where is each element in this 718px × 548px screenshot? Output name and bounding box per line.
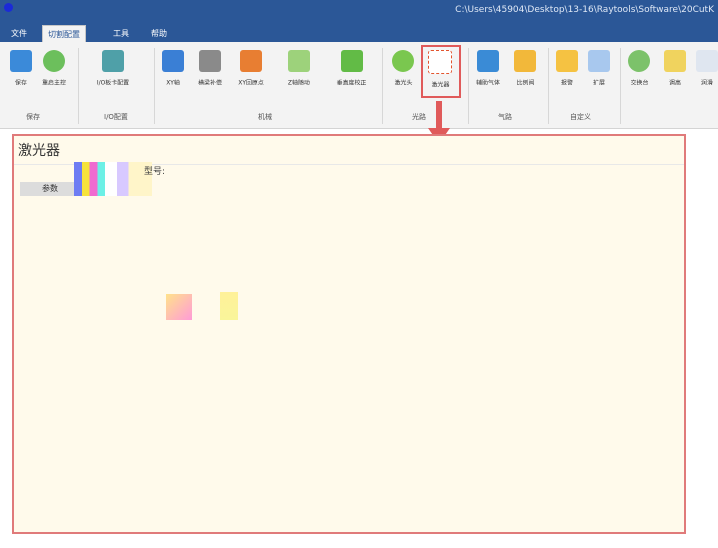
io-board-config-button[interactable]: I/O板卡配置 <box>94 48 132 100</box>
z-follow-button[interactable]: Z轴随动 <box>286 48 312 100</box>
assist-gas-button[interactable]: 辅助气体 <box>474 48 502 100</box>
valve-icon <box>514 50 536 72</box>
separator <box>468 48 469 124</box>
z-axis-icon <box>287 50 310 72</box>
alarm-button[interactable]: 报警 <box>556 48 578 100</box>
corrupted-region <box>166 294 192 320</box>
beam-icon <box>199 50 221 72</box>
corrupted-region <box>220 292 238 320</box>
tab-cut-config[interactable]: 切割配置 <box>42 25 86 43</box>
group-optical: 光路 <box>412 113 426 121</box>
perpendicularity-button[interactable]: 垂直度校正 <box>334 48 369 100</box>
xy-axis-button[interactable]: XY轴 <box>162 48 184 100</box>
tab-tools[interactable]: 工具 <box>108 25 134 42</box>
app-icon <box>4 3 13 12</box>
group-io: I/O配置 <box>104 113 128 121</box>
group-custom: 自定义 <box>570 113 591 121</box>
tab-parameters[interactable]: 参数 <box>20 182 80 196</box>
bulb-icon <box>392 50 414 72</box>
group-save: 保存 <box>26 113 40 121</box>
model-label: 型号: <box>144 167 166 177</box>
corrupted-region <box>74 162 152 196</box>
warning-icon <box>556 50 578 72</box>
tab-file[interactable]: 文件 <box>6 25 32 42</box>
restart-icon <box>43 50 65 72</box>
height-adjust-button[interactable]: 调高 <box>664 48 686 100</box>
separator <box>620 48 621 124</box>
square-icon <box>340 50 363 72</box>
save-button[interactable]: 保存 <box>10 48 32 100</box>
gas-valve-icon <box>477 50 499 72</box>
laser-settings-panel: 激光器 参数 型号: <box>12 134 686 534</box>
group-mechanical: 机械 <box>258 113 272 121</box>
xy-home-button[interactable]: XY回原点 <box>236 48 266 100</box>
beam-compensation-button[interactable]: 横梁补偿 <box>196 48 224 100</box>
separator <box>382 48 383 124</box>
lubrication-button[interactable]: 润滑 <box>696 48 718 100</box>
lubrication-icon <box>696 50 718 72</box>
tab-help[interactable]: 帮助 <box>146 25 172 42</box>
proportional-valve-button[interactable]: 比例阀 <box>514 48 536 100</box>
height-icon <box>664 50 686 72</box>
menu-bar: 文件 切割配置 工具 帮助 <box>0 22 718 43</box>
exchange-table-button[interactable]: 交换台 <box>628 48 650 100</box>
xy-axis-icon <box>162 50 184 72</box>
laser-head-button[interactable]: 激光头 <box>392 48 414 100</box>
pointer-arrow <box>436 101 442 131</box>
panel-title: 激光器 <box>18 143 60 159</box>
save-icon <box>10 50 32 72</box>
separator <box>548 48 549 124</box>
home-arrows-icon <box>240 50 263 72</box>
download-icon <box>588 50 610 72</box>
separator <box>154 48 155 124</box>
window-title: C:\Users\45904\Desktop\13-16\Raytools\So… <box>455 5 714 15</box>
laser-button-highlight <box>421 45 461 98</box>
title-bar: C:\Users\45904\Desktop\13-16\Raytools\So… <box>0 0 718 22</box>
group-gas: 气路 <box>498 113 512 121</box>
ribbon: 保存 重启主控 保存 I/O板卡配置 I/O配置 XY轴 横梁补偿 XY回原点 … <box>0 42 718 129</box>
separator <box>78 48 79 124</box>
restart-controller-button[interactable]: 重启主控 <box>40 48 68 100</box>
gear-icon <box>101 50 124 72</box>
exchange-icon <box>628 50 650 72</box>
extend-button[interactable]: 扩展 <box>588 48 610 100</box>
